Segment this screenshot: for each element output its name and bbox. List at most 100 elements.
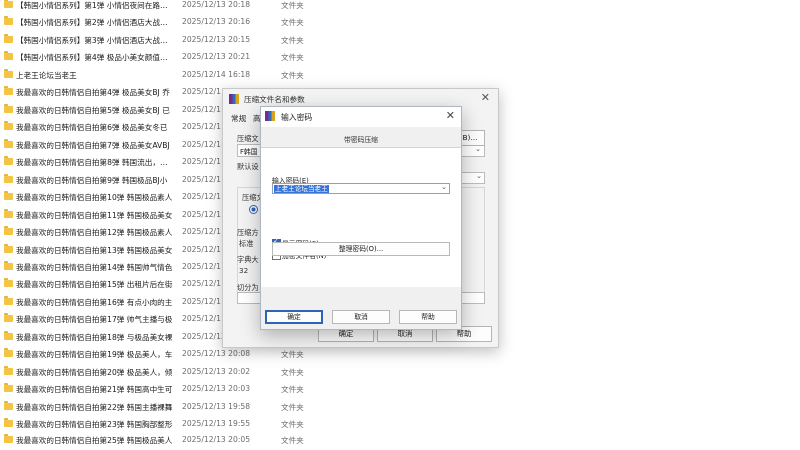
folder-icon [4, 69, 13, 78]
compression-method-value[interactable]: 标准 [239, 239, 253, 249]
file-name: 【韩国小情侣系列】第4弹 极品小美女颜值反差 [16, 53, 174, 62]
file-name: 我最喜欢的日韩情侣自拍第16弹 有点小肉的主 [16, 298, 173, 307]
default-profile-label: 默认设 [237, 162, 259, 171]
list-item[interactable]: 我最喜欢的日韩情侣自拍第19弹 极品美人，车 2025/12/13 20:08 文件… [0, 346, 320, 364]
folder-icon [4, 383, 13, 392]
list-item[interactable]: 我最喜欢的日韩情侣自拍第21弹 韩国高中生可 2025/12/13 20:03 文件… [0, 381, 320, 399]
file-type: 文件夹 [281, 350, 304, 359]
file-name: 我最喜欢的日韩情侣自拍第18弹 与极品美女裸 [16, 333, 173, 342]
close-icon[interactable]: ✕ [481, 91, 490, 104]
chevron-down-icon: ⌄ [476, 172, 482, 180]
file-date: 2025/12/14 16:18 [182, 70, 251, 79]
list-item[interactable]: 我最喜欢的日韩情侣自拍第22弹 韩国主播裸舞 2025/12/13 19:58 文件… [0, 399, 320, 417]
file-name: 我最喜欢的日韩情侣自拍第6弹 极品美女冬已 [16, 123, 168, 132]
archive-name-label: 压缩文 [237, 134, 259, 143]
password-dialog-title: 输入密码 [281, 113, 313, 122]
folder-icon [4, 86, 13, 95]
chevron-down-icon[interactable]: ⌄ [475, 145, 481, 153]
folder-icon [4, 139, 13, 148]
list-item[interactable]: 我最喜欢的日韩情侣自拍第20弹 极品美人，倾 2025/12/13 20:02 文件… [0, 364, 320, 382]
tab-general[interactable]: 常规 [231, 113, 246, 124]
organize-passwords-button[interactable]: 整理密码(O)... [272, 242, 450, 256]
folder-icon [4, 366, 13, 375]
archive-name-value: F韩国 [240, 148, 258, 156]
file-name: 我最喜欢的日韩情侣自拍第21弹 韩国高中生可 [16, 385, 173, 394]
close-icon[interactable]: ✕ [446, 109, 455, 122]
password-titlebar[interactable]: 输入密码 ✕ [261, 107, 461, 127]
folder-icon [4, 348, 13, 357]
file-name: 我最喜欢的日韩情侣自拍第20弹 极品美人，倾 [16, 368, 173, 377]
folder-icon [4, 156, 13, 165]
ok-button[interactable]: 确定 [265, 310, 323, 324]
folder-icon [4, 278, 13, 287]
password-value: 上老王论坛当老王 [274, 184, 329, 193]
file-date: 2025/12/13 20:21 [182, 52, 251, 61]
file-name: 我最喜欢的日韩情侣自拍第17弹 帅气主播与极 [16, 315, 173, 324]
folder-icon [4, 261, 13, 270]
folder-icon [4, 0, 13, 8]
password-caption: 带密码压缩 [344, 136, 378, 144]
file-name: 我最喜欢的日韩情侣自拍第19弹 极品美人，车 [16, 350, 173, 359]
file-name: 我最喜欢的日韩情侣自拍第10弹 韩国极品素人 [16, 193, 173, 202]
file-name: 【韩国小情侣系列】第2弹 小情侣酒店大战，女 [16, 18, 174, 27]
file-name: 上老王论坛当老王 [16, 71, 77, 80]
file-type: 文件夹 [281, 420, 304, 429]
file-type: 文件夹 [281, 436, 304, 445]
folder-icon [4, 418, 13, 427]
chevron-down-icon[interactable]: ⌄ [441, 183, 447, 191]
file-type: 文件夹 [281, 385, 304, 394]
file-date: 2025/12/13 20:05 [182, 435, 251, 444]
file-date: 2025/12/13 20:03 [182, 384, 251, 393]
file-name: 我最喜欢的日韩情侣自拍第7弹 极品美女AVBJ [16, 141, 170, 150]
file-name: 【韩国小情侣系列】第1弹 小情侣夜间在路上吃 [16, 1, 174, 10]
folder-icon [4, 34, 13, 43]
list-item[interactable]: 【韩国小情侣系列】第4弹 极品小美女颜值反差 2025/12/13 20:21 文件… [0, 49, 320, 67]
help-button[interactable]: 帮助 [399, 310, 457, 324]
folder-icon [4, 434, 13, 443]
file-name: 我最喜欢的日韩情侣自拍第14弹 韩国帅气情色 [16, 263, 173, 272]
file-type: 文件夹 [281, 36, 304, 45]
file-date: 2025/12/13 20:02 [182, 367, 251, 376]
dictionary-size-value[interactable]: 32 [239, 266, 248, 275]
format-radio[interactable] [249, 205, 258, 214]
list-item[interactable]: 我最喜欢的日韩情侣自拍第25弹 韩国极品美人 2025/12/13 20:05 文件… [0, 432, 320, 450]
list-item[interactable]: 上老王论坛当老王 2025/12/14 16:18 文件夹 [0, 67, 320, 85]
folder-icon [4, 174, 13, 183]
file-name: 我最喜欢的日韩情侣自拍第13弹 韩国极品美女 [16, 246, 173, 255]
folder-icon [4, 331, 13, 340]
list-item[interactable]: 【韩国小情侣系列】第3弹 小情侣酒店大战，女 2025/12/13 20:15 文件… [0, 32, 320, 50]
folder-icon [4, 226, 13, 235]
file-name: 【韩国小情侣系列】第3弹 小情侣酒店大战，女 [16, 36, 174, 45]
file-name: 我最喜欢的日韩情侣自拍第11弹 韩国极品美女 [16, 211, 173, 220]
file-type: 文件夹 [281, 18, 304, 27]
folder-icon [4, 209, 13, 218]
folder-icon [4, 51, 13, 60]
file-type: 文件夹 [281, 53, 304, 62]
file-name: 我最喜欢的日韩情侣自拍第12弹 韩国极品素人 [16, 228, 173, 237]
file-name: 我最喜欢的日韩情侣自拍第22弹 韩国主播裸舞 [16, 403, 173, 412]
file-date: 2025/12/13 19:55 [182, 419, 251, 428]
dictionary-size-label: 字典大 [237, 255, 259, 264]
folder-icon [4, 244, 13, 253]
folder-icon [4, 296, 13, 305]
winrar-logo-icon [229, 94, 239, 104]
file-name: 我最喜欢的日韩情侣自拍第5弹 极品美女BJ 已 [16, 106, 170, 115]
file-type: 文件夹 [281, 1, 304, 10]
file-name: 我最喜欢的日韩情侣自拍第9弹 韩国极品BJ小 [16, 176, 168, 185]
file-name: 我最喜欢的日韩情侣自拍第25弹 韩国极品美人 [16, 436, 173, 445]
file-date: 2025/12/13 20:18 [182, 0, 251, 9]
update-mode-select[interactable]: ⌄ [461, 172, 485, 184]
file-name: 我最喜欢的日韩情侣自拍第23弹 韩国胸部整形 [16, 420, 173, 429]
password-input[interactable]: 上老王论坛当老王 ⌄ [272, 183, 450, 194]
list-item[interactable]: 【韩国小情侣系列】第2弹 小情侣酒店大战，女 2025/12/13 20:16 文件… [0, 14, 320, 32]
cancel-button[interactable]: 取消 [332, 310, 390, 324]
file-type: 文件夹 [281, 403, 304, 412]
folder-icon [4, 313, 13, 322]
file-type: 文件夹 [281, 368, 304, 377]
file-date: 2025/12/13 20:15 [182, 35, 251, 44]
list-item[interactable]: 【韩国小情侣系列】第1弹 小情侣夜间在路上吃 2025/12/13 20:18 文件… [0, 0, 320, 15]
file-date: 2025/12/13 19:58 [182, 402, 251, 411]
file-date: 2025/12/13 20:08 [182, 349, 251, 358]
file-name: 我最喜欢的日韩情侣自拍第15弹 出租片后在街 [16, 280, 173, 289]
folder-icon [4, 104, 13, 113]
